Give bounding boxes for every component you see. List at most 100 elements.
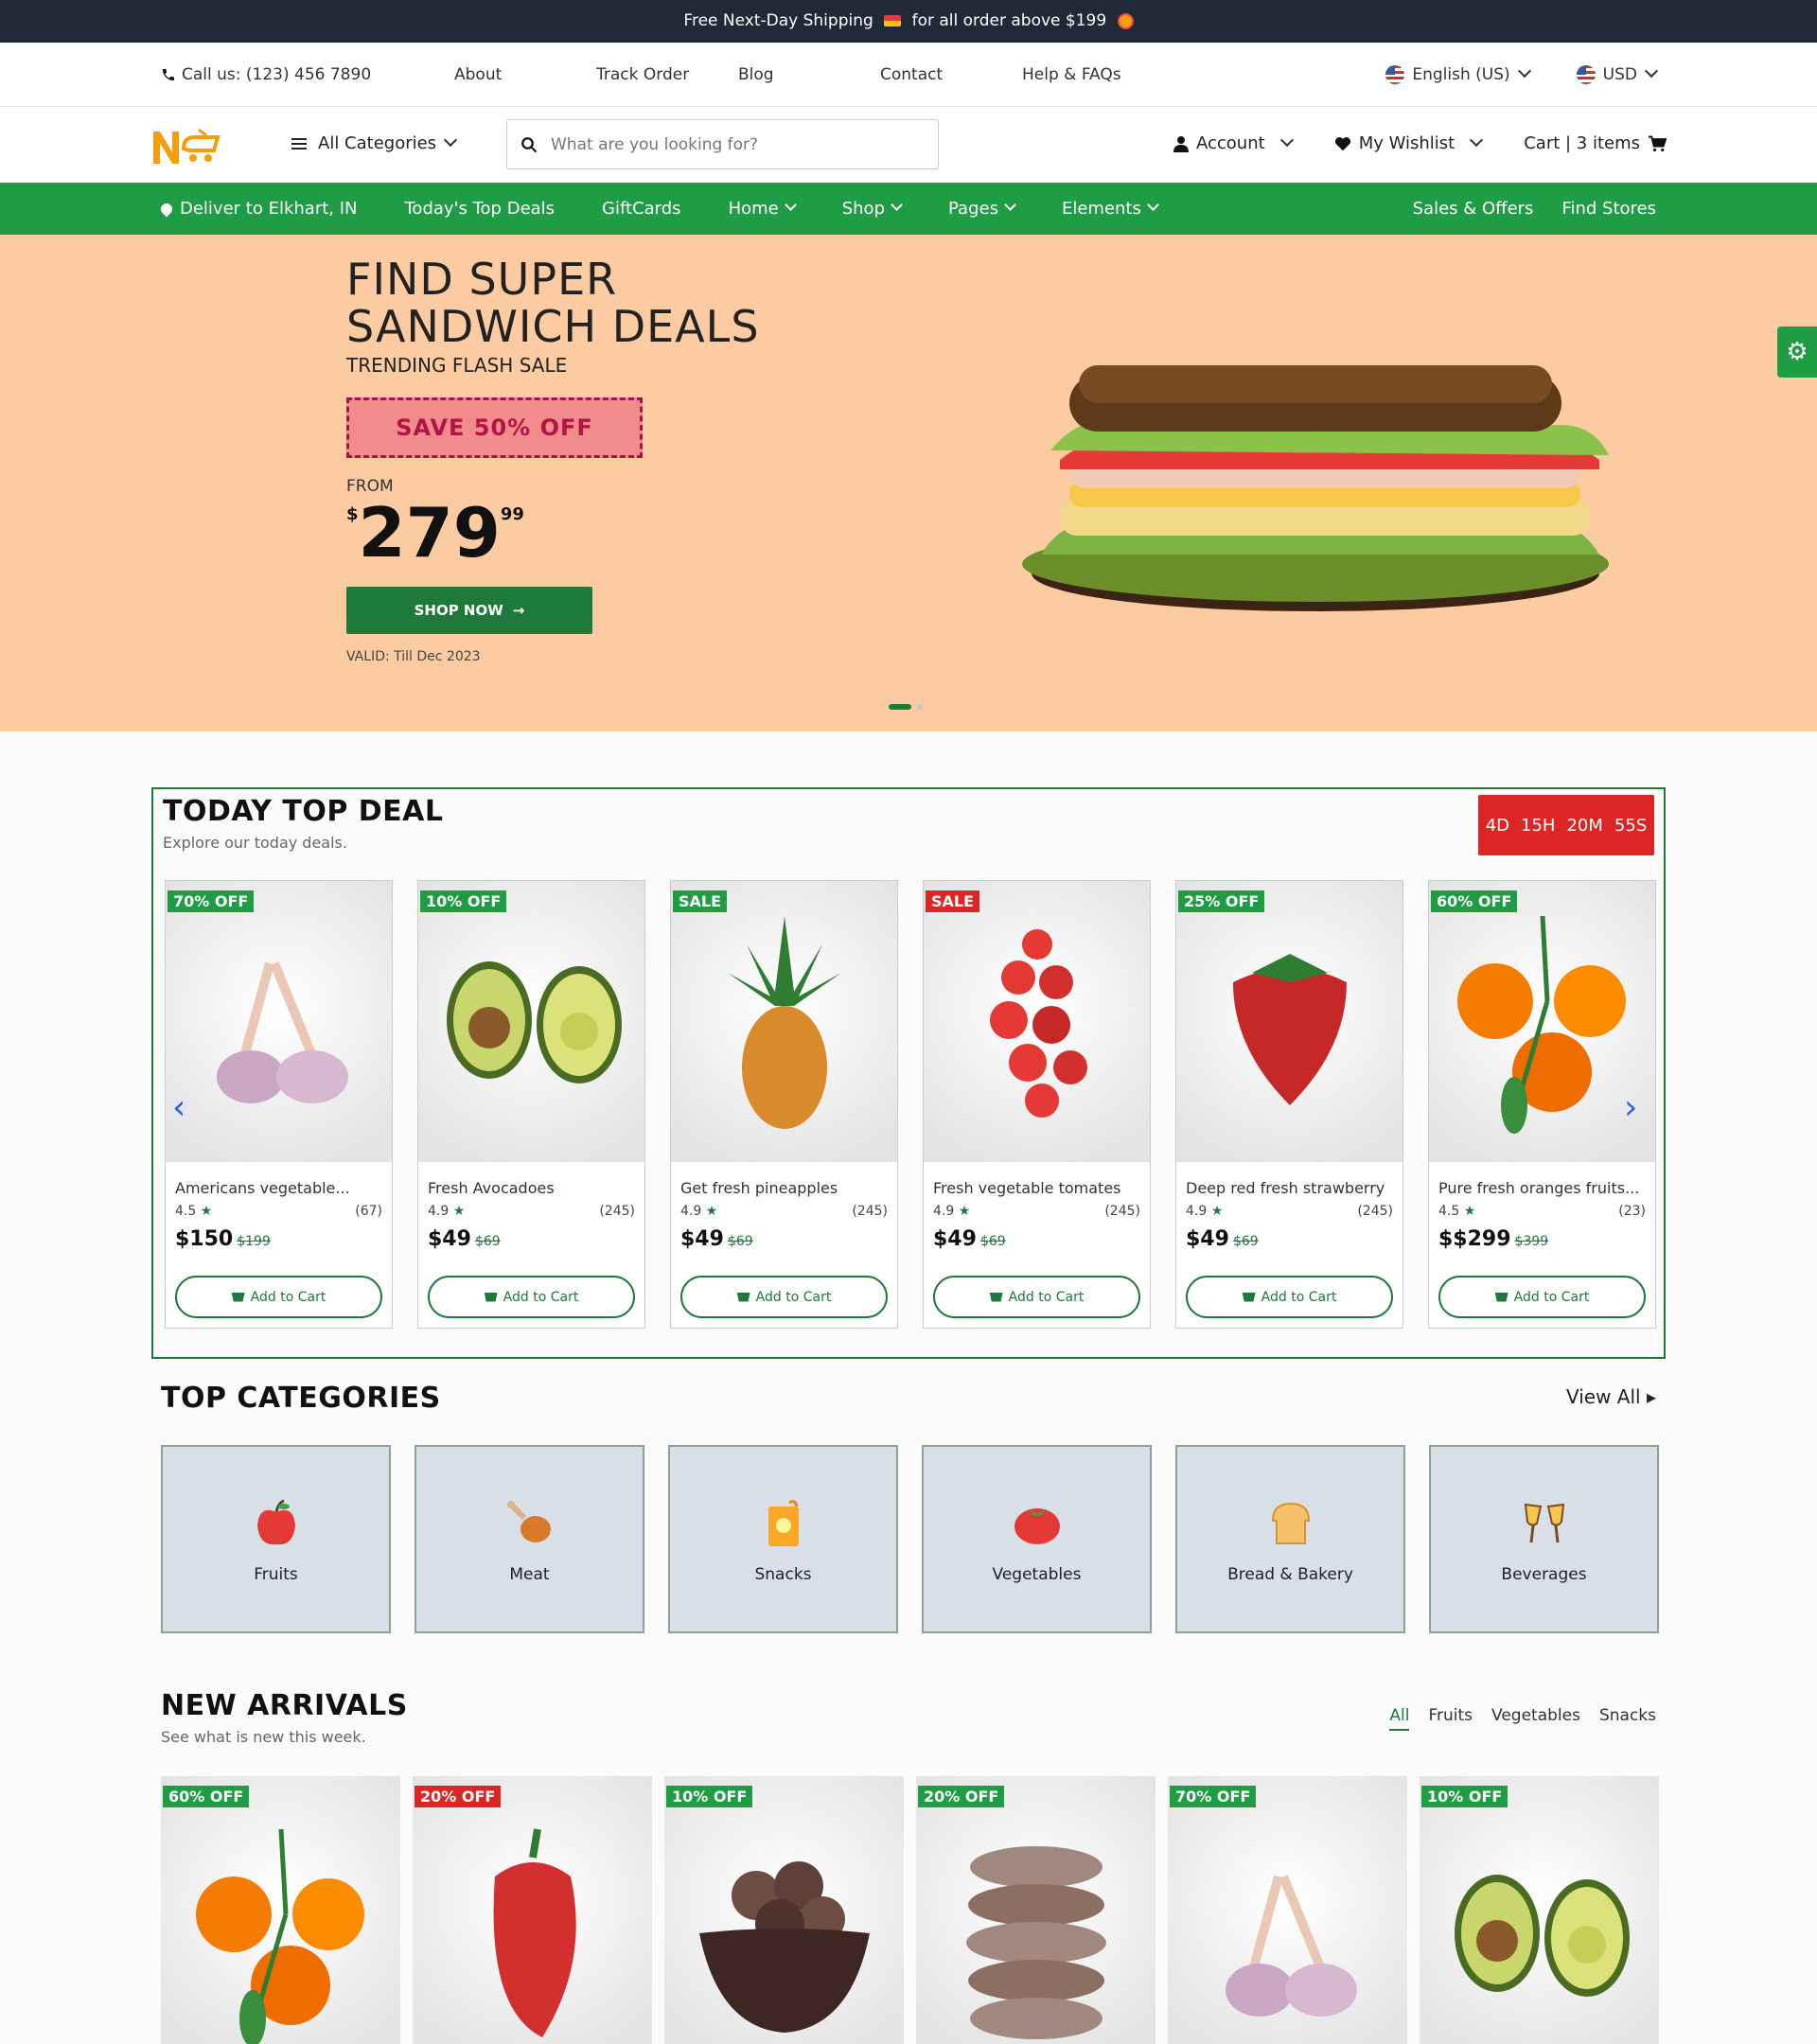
wishlist-menu[interactable]: My Wishlist — [1334, 132, 1484, 153]
settings-gear-button[interactable]: ⚙ — [1777, 326, 1817, 378]
new-arrivals-header: NEW ARRIVALS See what is new this week. … — [161, 1689, 1656, 1746]
add-to-cart-button[interactable]: Add to Cart — [1186, 1276, 1393, 1318]
star-icon: ★ — [958, 1204, 971, 1219]
deal-product-card[interactable]: 70% OFF Americans vegetable... 4.5 ★ (67) $1… — [165, 880, 393, 1329]
product-name[interactable]: Americans vegetable... — [175, 1179, 350, 1197]
tomato-icon — [1013, 1495, 1062, 1552]
product-name[interactable]: Fresh vegetable tomates — [933, 1179, 1121, 1197]
category-card-bread-bakery[interactable]: Bread & Bakery — [1175, 1445, 1405, 1633]
category-card-beverages[interactable]: Beverages — [1429, 1445, 1659, 1633]
link-blog[interactable]: Blog — [738, 65, 880, 84]
deal-product-card[interactable]: SALE Get fresh pineapples 4.9 ★ (245) $49 $69… — [670, 880, 898, 1329]
main-header: All Categories Account My Wishlist Cart … — [0, 107, 1817, 183]
category-card-fruits[interactable]: Fruits — [161, 1445, 391, 1633]
nav-home[interactable]: Home — [729, 199, 797, 219]
nav-shop[interactable]: Shop — [842, 199, 903, 219]
new-arrival-card[interactable]: 20% OFF — [413, 1776, 652, 2044]
deal-product-card[interactable]: 10% OFF Fresh Avocadoes 4.9 ★ (245) $49 $69 Ad… — [417, 880, 645, 1329]
slider-dot-1[interactable] — [889, 704, 911, 710]
nav-elements[interactable]: Elements — [1062, 199, 1159, 219]
link-about[interactable]: About — [454, 65, 596, 84]
garlic-icon — [185, 925, 374, 1119]
deal-product-card[interactable]: 25% OFF Deep red fresh strawberry 4.9 ★ (24… — [1175, 880, 1403, 1329]
tab-vegetables[interactable]: Vegetables — [1491, 1706, 1580, 1731]
cart-icon — [1494, 1292, 1508, 1302]
add-to-cart-button[interactable]: Add to Cart — [428, 1276, 635, 1318]
tab-snacks[interactable]: Snacks — [1599, 1706, 1656, 1731]
new-arrival-card[interactable]: 10% OFF — [664, 1776, 904, 2044]
timer-seconds: 55S — [1614, 815, 1648, 836]
shop-now-label: SHOP NOW — [414, 602, 503, 619]
currency-selector[interactable]: USD — [1576, 63, 1659, 84]
new-arrival-card[interactable]: 60% OFF — [161, 1776, 400, 2044]
cart-icon — [484, 1292, 498, 1302]
carousel-prev-button[interactable]: ‹ — [172, 1088, 185, 1127]
phone-contact[interactable]: Call us: (123) 456 7890 — [161, 65, 454, 84]
product-name[interactable]: Get fresh pineapples — [680, 1179, 838, 1197]
account-menu[interactable]: Account — [1173, 132, 1294, 153]
new-arrival-card[interactable]: 20% OFF — [916, 1776, 1155, 2044]
all-categories-menu[interactable]: All Categories — [291, 132, 458, 153]
cart-label: Cart | 3 items — [1524, 133, 1641, 153]
tab-fruits[interactable]: Fruits — [1428, 1706, 1473, 1731]
slider-dot-2[interactable] — [917, 704, 923, 710]
nav-find-stores[interactable]: Find Stores — [1561, 199, 1656, 219]
category-card-meat[interactable]: Meat — [415, 1445, 644, 1633]
nav-pages[interactable]: Pages — [948, 199, 1016, 219]
search-icon[interactable] — [520, 136, 538, 153]
carousel-next-button[interactable]: › — [1624, 1088, 1637, 1127]
add-to-cart-button[interactable]: Add to Cart — [680, 1276, 888, 1318]
product-image[interactable]: 70% OFF — [166, 881, 392, 1162]
chevron-left-icon: ‹ — [172, 1088, 186, 1127]
current-price: $49 — [933, 1227, 977, 1251]
discount-badge: 60% OFF — [1431, 890, 1518, 912]
add-to-cart-label: Add to Cart — [1008, 1289, 1085, 1305]
discount-badge: 20% OFF — [918, 1786, 1005, 1807]
add-to-cart-button[interactable]: Add to Cart — [933, 1276, 1140, 1318]
shop-now-button[interactable]: SHOP NOW → — [346, 587, 592, 634]
category-label: Meat — [509, 1564, 550, 1584]
tab-all[interactable]: All — [1389, 1706, 1410, 1731]
product-image[interactable]: 60% OFF — [1429, 881, 1655, 1162]
product-name[interactable]: Deep red fresh strawberry — [1186, 1179, 1385, 1197]
us-flag-icon — [1385, 65, 1405, 84]
add-to-cart-button[interactable]: Add to Cart — [1438, 1276, 1646, 1318]
star-icon: ★ — [705, 1204, 718, 1219]
chevron-right-icon: › — [1624, 1088, 1638, 1127]
nav-top-deals[interactable]: Today's Top Deals — [405, 199, 556, 219]
product-image[interactable]: SALE — [671, 881, 897, 1162]
add-to-cart-button[interactable]: Add to Cart — [175, 1276, 382, 1318]
category-label: Beverages — [1501, 1564, 1587, 1584]
language-selector[interactable]: English (US) — [1385, 63, 1531, 84]
nav-sales-offers[interactable]: Sales & Offers — [1413, 199, 1534, 219]
old-price: $69 — [727, 1234, 753, 1249]
link-help-faqs[interactable]: Help & FAQs — [1022, 65, 1164, 84]
nav-giftcards[interactable]: GiftCards — [602, 199, 681, 219]
view-all-link[interactable]: View All ▸ — [1566, 1385, 1656, 1408]
product-name[interactable]: Fresh Avocadoes — [428, 1179, 555, 1197]
product-image[interactable]: 25% OFF — [1176, 881, 1402, 1162]
deliver-location[interactable]: Deliver to Elkhart, IN — [158, 199, 358, 219]
glasses-icon — [1520, 1495, 1569, 1552]
product-image[interactable]: SALE — [924, 881, 1150, 1162]
product-rating: 4.9 ★ (245) — [1186, 1204, 1393, 1219]
product-image[interactable]: 10% OFF — [418, 881, 644, 1162]
search-input[interactable] — [551, 134, 910, 154]
product-price: $49 $69 — [428, 1227, 501, 1251]
link-track-order[interactable]: Track Order — [596, 65, 738, 84]
deal-product-card[interactable]: SALE Fresh vegetable tomates 4.9 ★ (245) $49… — [923, 880, 1151, 1329]
site-logo[interactable] — [151, 126, 223, 177]
main-nav: Deliver to Elkhart, IN Today's Top Deals… — [0, 183, 1817, 235]
add-to-cart-label: Add to Cart — [503, 1289, 579, 1305]
product-name[interactable]: Pure fresh oranges fruits... — [1438, 1179, 1639, 1197]
category-card-snacks[interactable]: Snacks — [668, 1445, 898, 1633]
new-arrival-card[interactable]: 70% OFF — [1168, 1776, 1407, 2044]
deal-product-card[interactable]: 60% OFF Pure fresh oranges fruits... 4.5 ★… — [1428, 880, 1656, 1329]
cart-button[interactable]: Cart | 3 items — [1524, 133, 1667, 153]
link-contact[interactable]: Contact — [880, 65, 1022, 84]
category-card-vegetables[interactable]: Vegetables — [922, 1445, 1152, 1633]
new-arrival-card[interactable]: 10% OFF — [1420, 1776, 1659, 2044]
phone-text: Call us: (123) 456 7890 — [182, 65, 372, 84]
discount-badge: 20% OFF — [415, 1786, 502, 1807]
countdown-timer: 4D 15H 20M 55S — [1478, 795, 1654, 855]
